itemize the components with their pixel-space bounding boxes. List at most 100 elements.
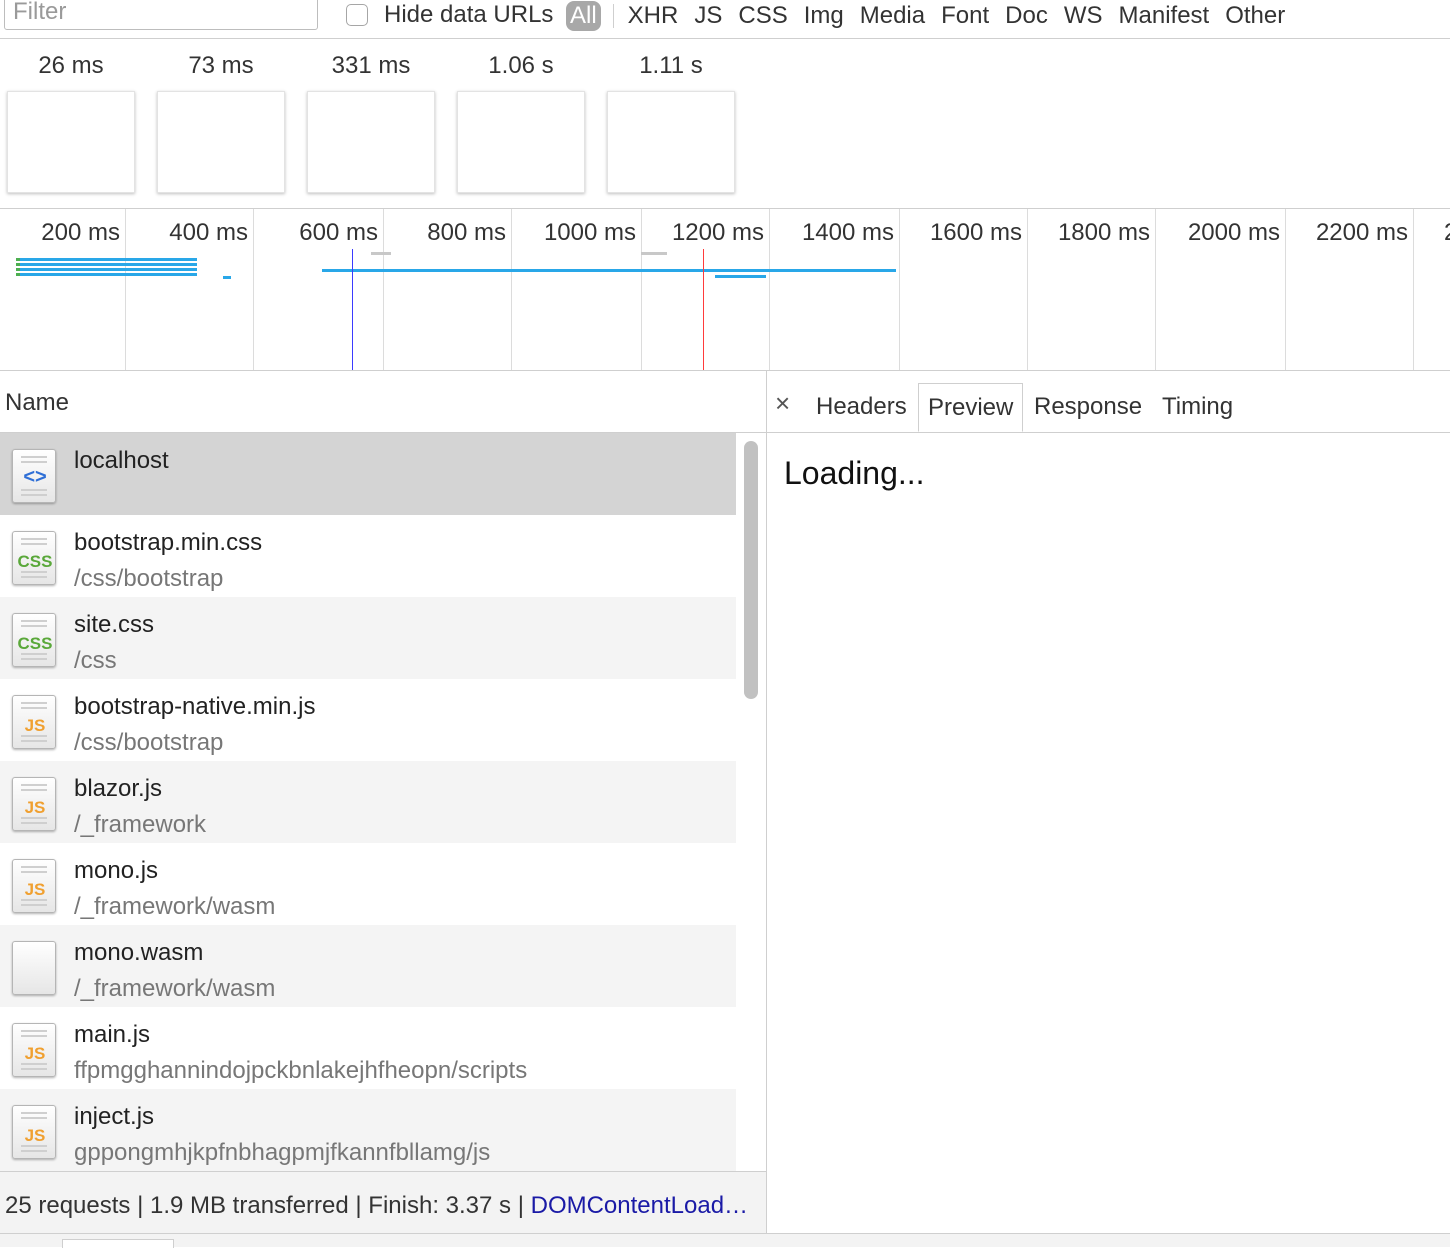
type-filter-media[interactable]: Media — [852, 1, 933, 31]
name-column-header[interactable]: Name — [5, 389, 69, 417]
resource-type-filters: All XHR JS CSS Img Media Font Doc WS Man… — [566, 0, 1293, 32]
tab-preview[interactable]: Preview — [918, 383, 1024, 432]
overview-gridline — [1413, 209, 1414, 370]
frame-thumbnail[interactable] — [307, 91, 435, 193]
type-filter-js[interactable]: JS — [686, 1, 730, 31]
dom-content-loaded-marker — [352, 249, 353, 370]
type-filter-img[interactable]: Img — [796, 1, 852, 31]
type-filter-doc[interactable]: Doc — [997, 1, 1056, 31]
overview-tick-label: 400 ms — [169, 219, 248, 246]
filter-input[interactable] — [4, 0, 318, 30]
overview-tick-label: 2200 ms — [1315, 219, 1408, 246]
request-name: blazor.js — [74, 775, 163, 802]
network-filter-toolbar: Hide data URLs All XHR JS CSS Img Media … — [0, 0, 1450, 39]
request-path: gppongmhjkpfnbhagpmjfkannfbllamg/js — [74, 1139, 491, 1166]
tab-response[interactable]: Response — [1025, 383, 1151, 432]
request-path: ffpmgghannindojpckbnlakejhfheopn/scripts — [74, 1057, 528, 1084]
overview-gridline — [383, 209, 384, 370]
js-file-icon: JS — [12, 859, 56, 913]
type-filter-css[interactable]: CSS — [730, 1, 795, 31]
request-bar — [20, 273, 197, 276]
css-file-icon: CSS — [12, 531, 56, 585]
request-name: site.css — [74, 611, 155, 638]
overview-tick-label: 600 ms — [299, 219, 378, 246]
type-filter-other[interactable]: Other — [1217, 1, 1293, 31]
request-row[interactable]: JS inject.js gppongmhjkpfnbhagpmjfkannfb… — [0, 1089, 736, 1171]
type-filter-manifest[interactable]: Manifest — [1111, 1, 1218, 31]
type-filter-divider — [612, 4, 614, 28]
overview-gridline — [1155, 209, 1156, 370]
request-path: /_framework — [74, 811, 207, 838]
request-name: bootstrap.min.css — [74, 529, 263, 556]
request-list-header[interactable]: Name — [0, 371, 766, 433]
request-path: /css — [74, 647, 117, 674]
request-name: mono.js — [74, 857, 159, 884]
frame-thumbnail[interactable] — [457, 91, 585, 193]
overview-gridline — [641, 209, 642, 370]
overview-gridline — [511, 209, 512, 370]
type-filter-all[interactable]: All — [566, 1, 601, 31]
preview-content: Loading... — [784, 455, 925, 491]
tab-headers[interactable]: Headers — [807, 383, 916, 432]
request-list-pane: Name <> localhost CSS bootstrap.min.css … — [0, 371, 767, 1234]
blank-file-icon — [12, 941, 56, 995]
request-row[interactable]: JS main.js ffpmgghannindojpckbnlakejhfhe… — [0, 1007, 736, 1089]
overview-tick-label: 1800 ms — [1057, 219, 1150, 246]
frame-thumbnail[interactable] — [607, 91, 735, 193]
request-row[interactable]: JS mono.js /_framework/wasm — [0, 843, 736, 925]
status-summary: 25 requests | 1.9 MB transferred | Finis… — [5, 1192, 748, 1220]
request-row[interactable]: JS blazor.js /_framework — [0, 761, 736, 843]
request-list-scrollbar[interactable] — [736, 433, 766, 1171]
overview-gridline — [1027, 209, 1028, 370]
request-bar — [641, 252, 667, 255]
details-tabbar: × Headers Preview Response Timing — [767, 371, 1450, 433]
frame-time: 26 ms — [38, 52, 104, 79]
overview-gridline — [1285, 209, 1286, 370]
frame-thumbnail[interactable] — [7, 91, 135, 193]
frame-time: 1.06 s — [488, 52, 554, 79]
request-name: mono.wasm — [74, 939, 204, 966]
js-file-icon: JS — [12, 695, 56, 749]
request-path: /css/bootstrap — [74, 729, 224, 756]
request-name: main.js — [74, 1021, 151, 1048]
type-filter-ws[interactable]: WS — [1056, 1, 1111, 31]
overview-gridline — [253, 209, 254, 370]
type-filter-xhr[interactable]: XHR — [620, 1, 687, 31]
hide-data-urls-label: Hide data URLs — [384, 1, 554, 28]
request-row[interactable]: mono.wasm /_framework/wasm — [0, 925, 736, 1007]
frame-thumbnail[interactable] — [157, 91, 285, 193]
request-bar — [715, 275, 766, 278]
hide-data-urls-toggle[interactable]: Hide data URLs — [346, 0, 553, 30]
request-row[interactable]: JS bootstrap-native.min.js /css/bootstra… — [0, 679, 736, 761]
close-icon[interactable]: × — [775, 390, 790, 416]
request-bar — [371, 252, 391, 255]
request-row[interactable]: CSS bootstrap.min.css /css/bootstrap — [0, 515, 736, 597]
type-filter-font[interactable]: Font — [933, 1, 997, 31]
overview-tick-label: 1400 ms — [801, 219, 894, 246]
request-details-pane: × Headers Preview Response Timing Loadin… — [767, 371, 1450, 1233]
request-name: inject.js — [74, 1103, 155, 1130]
request-bar — [322, 269, 896, 272]
overview-tick-label: 800 ms — [427, 219, 506, 246]
frame-time: 1.11 s — [639, 52, 703, 79]
request-path: /css/bootstrap — [74, 565, 224, 592]
overview-tick-label: 2 — [1444, 219, 1450, 247]
scrollbar-thumb[interactable] — [744, 441, 758, 699]
drawer-strip — [0, 1233, 1450, 1248]
drawer-tab[interactable] — [62, 1239, 174, 1248]
request-row[interactable]: <> localhost — [0, 433, 736, 515]
tab-timing[interactable]: Timing — [1153, 383, 1242, 432]
overview-tick-label: 1600 ms — [929, 219, 1022, 246]
request-row[interactable]: CSS site.css /css — [0, 597, 736, 679]
dom-content-loaded-link[interactable]: DOMContentLoad… — [531, 1192, 748, 1219]
network-overview-timeline[interactable]: 200 ms 400 ms 600 ms 800 ms 1000 ms 1200… — [0, 209, 1450, 371]
js-file-icon: JS — [12, 1105, 56, 1159]
request-name: localhost — [74, 447, 169, 474]
network-status-bar: 25 requests | 1.9 MB transferred | Finis… — [0, 1171, 766, 1234]
screenshot-filmstrip: 26 ms 73 ms 331 ms 1.06 s 1.11 s — [0, 39, 1450, 209]
request-path: /_framework/wasm — [74, 975, 276, 1002]
hide-data-urls-checkbox[interactable] — [346, 4, 368, 26]
overview-gridline — [899, 209, 900, 370]
request-bar — [20, 263, 197, 266]
summary-text: 25 requests | 1.9 MB transferred | Finis… — [5, 1192, 531, 1219]
